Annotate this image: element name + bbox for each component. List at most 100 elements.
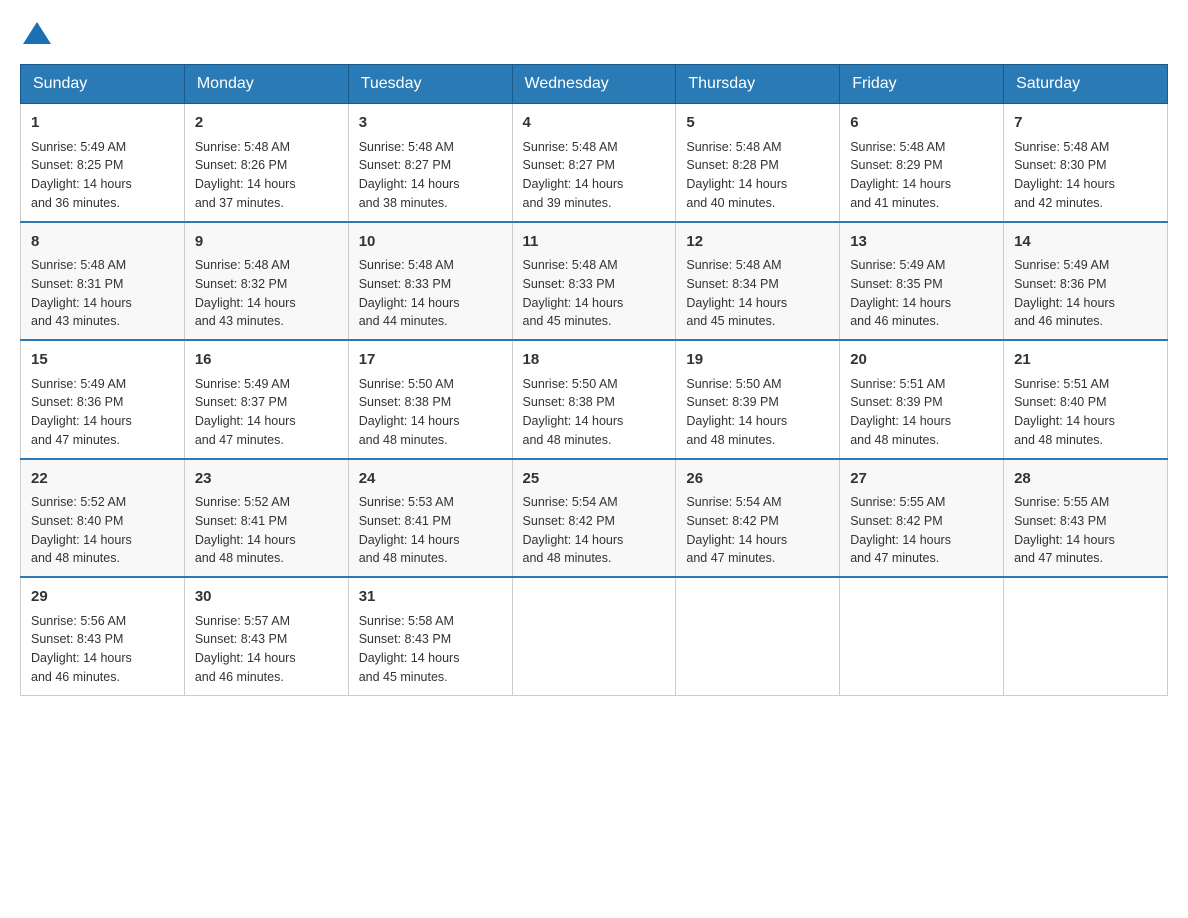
calendar-table: SundayMondayTuesdayWednesdayThursdayFrid… bbox=[20, 64, 1168, 696]
day-info: Sunrise: 5:51 AMSunset: 8:39 PMDaylight:… bbox=[850, 375, 993, 450]
calendar-week-row: 8Sunrise: 5:48 AMSunset: 8:31 PMDaylight… bbox=[21, 222, 1168, 341]
day-number: 16 bbox=[195, 349, 338, 372]
header-sunday: Sunday bbox=[21, 65, 185, 104]
day-number: 25 bbox=[523, 468, 666, 491]
day-info: Sunrise: 5:55 AMSunset: 8:42 PMDaylight:… bbox=[850, 493, 993, 568]
day-number: 27 bbox=[850, 468, 993, 491]
day-number: 20 bbox=[850, 349, 993, 372]
calendar-cell: 29 Sunrise: 5:56 AMSunset: 8:43 PMDayligh… bbox=[21, 577, 185, 695]
day-number: 12 bbox=[686, 231, 829, 254]
day-number: 13 bbox=[850, 231, 993, 254]
calendar-cell: 8Sunrise: 5:48 AMSunset: 8:31 PMDaylight… bbox=[21, 222, 185, 341]
day-number: 2 bbox=[195, 112, 338, 135]
header-wednesday: Wednesday bbox=[512, 65, 676, 104]
calendar-cell: 16 Sunrise: 5:49 AMSunset: 8:37 PMDayligh… bbox=[184, 340, 348, 459]
calendar-cell bbox=[676, 577, 840, 695]
day-info: Sunrise: 5:52 AMSunset: 8:41 PMDaylight:… bbox=[195, 493, 338, 568]
header-friday: Friday bbox=[840, 65, 1004, 104]
calendar-week-row: 29 Sunrise: 5:56 AMSunset: 8:43 PMDayligh… bbox=[21, 577, 1168, 695]
calendar-cell: 14Sunrise: 5:49 AMSunset: 8:36 PMDayligh… bbox=[1004, 222, 1168, 341]
calendar-cell: 19 Sunrise: 5:50 AMSunset: 8:39 PMDayligh… bbox=[676, 340, 840, 459]
day-info: Sunrise: 5:48 AMSunset: 8:29 PMDaylight:… bbox=[850, 138, 993, 213]
day-info: Sunrise: 5:49 AMSunset: 8:35 PMDaylight:… bbox=[850, 256, 993, 331]
day-number: 6 bbox=[850, 112, 993, 135]
calendar-cell: 21 Sunrise: 5:51 AMSunset: 8:40 PMDayligh… bbox=[1004, 340, 1168, 459]
day-info: Sunrise: 5:48 AMSunset: 8:33 PMDaylight:… bbox=[359, 256, 502, 331]
day-info: Sunrise: 5:55 AMSunset: 8:43 PMDaylight:… bbox=[1014, 493, 1157, 568]
day-info: Sunrise: 5:48 AMSunset: 8:31 PMDaylight:… bbox=[31, 256, 174, 331]
calendar-cell: 18Sunrise: 5:50 AMSunset: 8:38 PMDayligh… bbox=[512, 340, 676, 459]
calendar-cell: 13Sunrise: 5:49 AMSunset: 8:35 PMDayligh… bbox=[840, 222, 1004, 341]
day-number: 14 bbox=[1014, 231, 1157, 254]
day-number: 29 bbox=[31, 586, 174, 609]
day-info: Sunrise: 5:49 AMSunset: 8:37 PMDaylight:… bbox=[195, 375, 338, 450]
calendar-cell: 1Sunrise: 5:49 AMSunset: 8:25 PMDaylight… bbox=[21, 104, 185, 222]
calendar-cell: 25Sunrise: 5:54 AMSunset: 8:42 PMDayligh… bbox=[512, 459, 676, 578]
day-number: 18 bbox=[523, 349, 666, 372]
calendar-cell bbox=[1004, 577, 1168, 695]
calendar-cell: 30 Sunrise: 5:57 AMSunset: 8:43 PMDayligh… bbox=[184, 577, 348, 695]
day-number: 5 bbox=[686, 112, 829, 135]
day-info: Sunrise: 5:48 AMSunset: 8:27 PMDaylight:… bbox=[359, 138, 502, 213]
calendar-cell bbox=[512, 577, 676, 695]
header-tuesday: Tuesday bbox=[348, 65, 512, 104]
day-number: 9 bbox=[195, 231, 338, 254]
day-number: 23 bbox=[195, 468, 338, 491]
calendar-cell: 26Sunrise: 5:54 AMSunset: 8:42 PMDayligh… bbox=[676, 459, 840, 578]
day-info: Sunrise: 5:56 AMSunset: 8:43 PMDaylight:… bbox=[31, 612, 174, 687]
day-info: Sunrise: 5:48 AMSunset: 8:34 PMDaylight:… bbox=[686, 256, 829, 331]
day-number: 10 bbox=[359, 231, 502, 254]
calendar-cell: 15Sunrise: 5:49 AMSunset: 8:36 PMDayligh… bbox=[21, 340, 185, 459]
calendar-cell: 28Sunrise: 5:55 AMSunset: 8:43 PMDayligh… bbox=[1004, 459, 1168, 578]
day-number: 11 bbox=[523, 231, 666, 254]
calendar-cell: 10Sunrise: 5:48 AMSunset: 8:33 PMDayligh… bbox=[348, 222, 512, 341]
day-number: 28 bbox=[1014, 468, 1157, 491]
header-saturday: Saturday bbox=[1004, 65, 1168, 104]
calendar-cell: 22Sunrise: 5:52 AMSunset: 8:40 PMDayligh… bbox=[21, 459, 185, 578]
day-info: Sunrise: 5:49 AMSunset: 8:25 PMDaylight:… bbox=[31, 138, 174, 213]
day-info: Sunrise: 5:48 AMSunset: 8:33 PMDaylight:… bbox=[523, 256, 666, 331]
logo bbox=[20, 20, 51, 44]
calendar-cell: 3 Sunrise: 5:48 AMSunset: 8:27 PMDaylight… bbox=[348, 104, 512, 222]
calendar-cell: 5 Sunrise: 5:48 AMSunset: 8:28 PMDaylight… bbox=[676, 104, 840, 222]
day-info: Sunrise: 5:48 AMSunset: 8:30 PMDaylight:… bbox=[1014, 138, 1157, 213]
day-info: Sunrise: 5:54 AMSunset: 8:42 PMDaylight:… bbox=[523, 493, 666, 568]
calendar-cell bbox=[840, 577, 1004, 695]
calendar-cell: 23Sunrise: 5:52 AMSunset: 8:41 PMDayligh… bbox=[184, 459, 348, 578]
calendar-cell: 12Sunrise: 5:48 AMSunset: 8:34 PMDayligh… bbox=[676, 222, 840, 341]
day-info: Sunrise: 5:50 AMSunset: 8:38 PMDaylight:… bbox=[359, 375, 502, 450]
calendar-cell: 6 Sunrise: 5:48 AMSunset: 8:29 PMDaylight… bbox=[840, 104, 1004, 222]
day-info: Sunrise: 5:50 AMSunset: 8:39 PMDaylight:… bbox=[686, 375, 829, 450]
day-info: Sunrise: 5:49 AMSunset: 8:36 PMDaylight:… bbox=[1014, 256, 1157, 331]
calendar-week-row: 15Sunrise: 5:49 AMSunset: 8:36 PMDayligh… bbox=[21, 340, 1168, 459]
day-number: 26 bbox=[686, 468, 829, 491]
day-number: 21 bbox=[1014, 349, 1157, 372]
day-info: Sunrise: 5:48 AMSunset: 8:28 PMDaylight:… bbox=[686, 138, 829, 213]
calendar-cell: 11Sunrise: 5:48 AMSunset: 8:33 PMDayligh… bbox=[512, 222, 676, 341]
calendar-header-row: SundayMondayTuesdayWednesdayThursdayFrid… bbox=[21, 65, 1168, 104]
day-number: 4 bbox=[523, 112, 666, 135]
day-info: Sunrise: 5:48 AMSunset: 8:26 PMDaylight:… bbox=[195, 138, 338, 213]
header-thursday: Thursday bbox=[676, 65, 840, 104]
day-info: Sunrise: 5:57 AMSunset: 8:43 PMDaylight:… bbox=[195, 612, 338, 687]
day-number: 7 bbox=[1014, 112, 1157, 135]
calendar-cell: 27Sunrise: 5:55 AMSunset: 8:42 PMDayligh… bbox=[840, 459, 1004, 578]
day-info: Sunrise: 5:48 AMSunset: 8:32 PMDaylight:… bbox=[195, 256, 338, 331]
calendar-cell: 9Sunrise: 5:48 AMSunset: 8:32 PMDaylight… bbox=[184, 222, 348, 341]
day-number: 30 bbox=[195, 586, 338, 609]
day-info: Sunrise: 5:51 AMSunset: 8:40 PMDaylight:… bbox=[1014, 375, 1157, 450]
calendar-week-row: 22Sunrise: 5:52 AMSunset: 8:40 PMDayligh… bbox=[21, 459, 1168, 578]
day-number: 19 bbox=[686, 349, 829, 372]
calendar-cell: 31Sunrise: 5:58 AMSunset: 8:43 PMDayligh… bbox=[348, 577, 512, 695]
day-number: 3 bbox=[359, 112, 502, 135]
day-number: 17 bbox=[359, 349, 502, 372]
day-info: Sunrise: 5:54 AMSunset: 8:42 PMDaylight:… bbox=[686, 493, 829, 568]
logo-arrow-icon bbox=[23, 20, 51, 46]
day-info: Sunrise: 5:48 AMSunset: 8:27 PMDaylight:… bbox=[523, 138, 666, 213]
calendar-cell: 24Sunrise: 5:53 AMSunset: 8:41 PMDayligh… bbox=[348, 459, 512, 578]
day-number: 24 bbox=[359, 468, 502, 491]
calendar-cell: 20 Sunrise: 5:51 AMSunset: 8:39 PMDayligh… bbox=[840, 340, 1004, 459]
day-number: 31 bbox=[359, 586, 502, 609]
header-monday: Monday bbox=[184, 65, 348, 104]
day-info: Sunrise: 5:52 AMSunset: 8:40 PMDaylight:… bbox=[31, 493, 174, 568]
